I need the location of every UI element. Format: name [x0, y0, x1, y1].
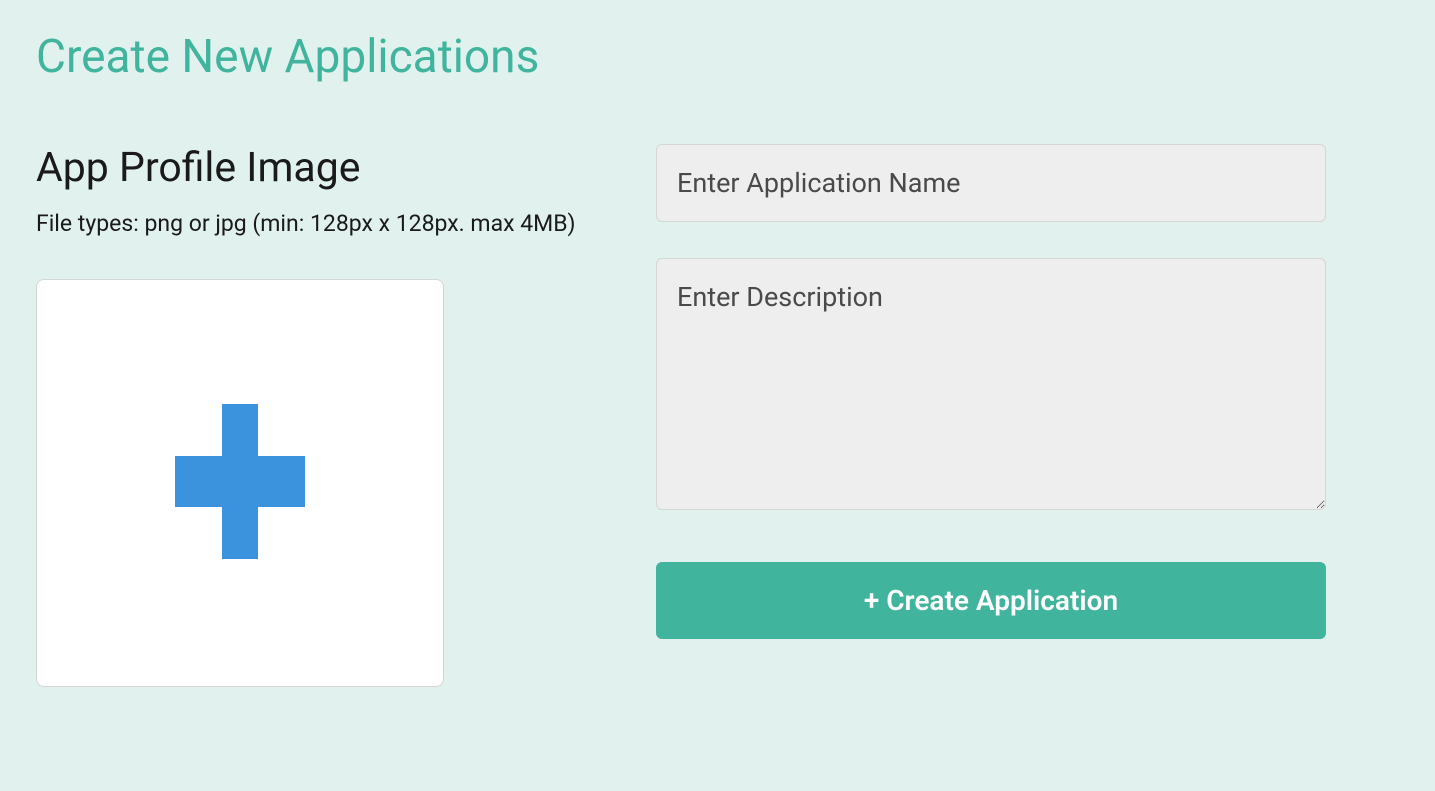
create-application-button[interactable]: + Create Application: [656, 562, 1326, 639]
plus-icon: [175, 404, 305, 563]
image-upload-section: App Profile Image File types: png or jpg…: [36, 144, 596, 687]
image-section-heading: App Profile Image: [36, 144, 596, 192]
image-upload-box[interactable]: [36, 279, 444, 687]
application-description-textarea[interactable]: [656, 258, 1326, 510]
image-section-hint: File types: png or jpg (min: 128px x 128…: [36, 208, 596, 239]
form-section: + Create Application: [656, 144, 1326, 687]
application-name-input[interactable]: [656, 144, 1326, 222]
page-title: Create New Applications: [36, 30, 1399, 84]
content-wrapper: App Profile Image File types: png or jpg…: [36, 144, 1399, 687]
